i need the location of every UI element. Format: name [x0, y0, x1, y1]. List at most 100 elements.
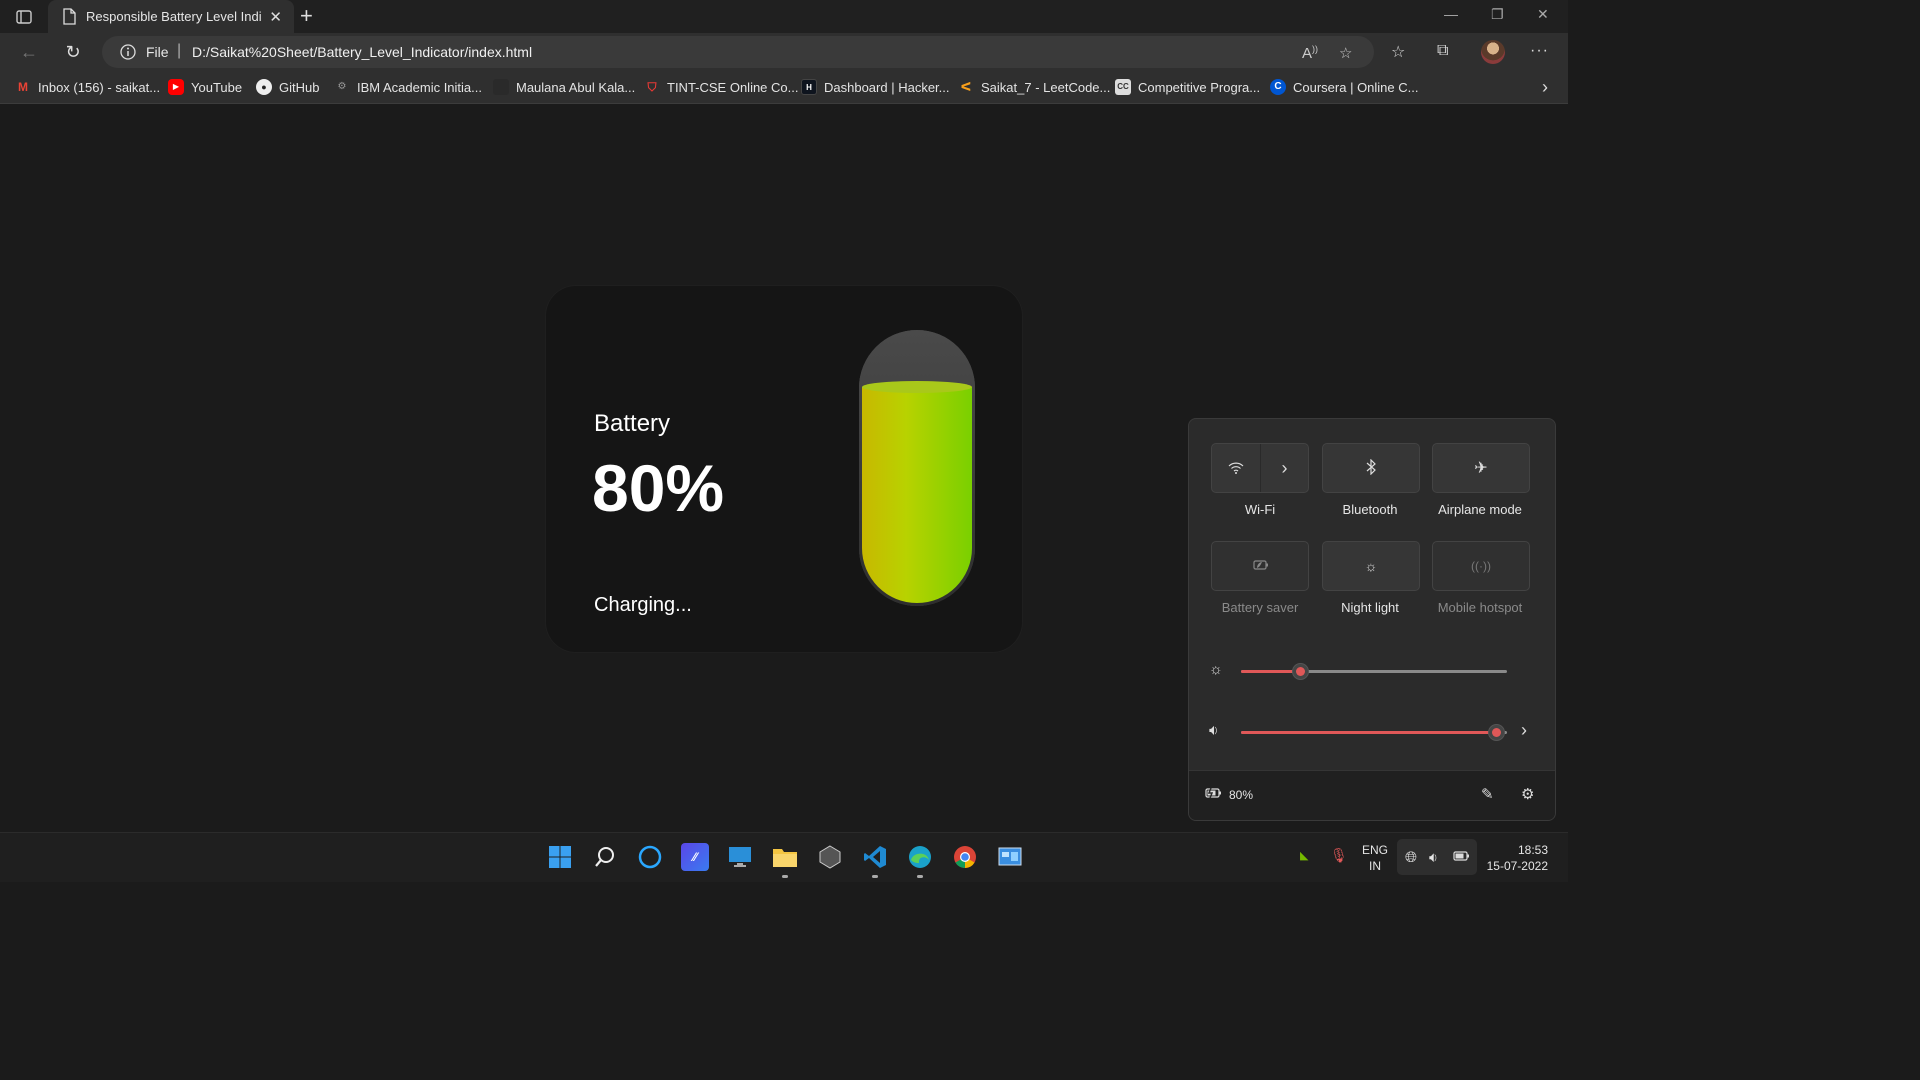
- bookmark-item[interactable]: C Coursera | Online C...: [1270, 79, 1418, 95]
- navigation-bar: ← ↻ File | D:/Saikat%20Sheet/Battery_Lev…: [0, 33, 1568, 71]
- brightness-icon: ☼: [1209, 661, 1223, 678]
- battery-status[interactable]: 80%: [1205, 787, 1253, 802]
- running-indicator: [872, 875, 878, 878]
- browser-tab-strip: Responsible Battery Level Indicat ✕ + — …: [0, 0, 1568, 33]
- airplane-mode-tile[interactable]: ✈: [1432, 443, 1530, 493]
- hotspot-icon: ((·)): [1471, 559, 1491, 573]
- refresh-button[interactable]: ↻: [62, 41, 84, 63]
- desktop-icon[interactable]: [726, 843, 754, 871]
- charging-status: Charging...: [594, 594, 692, 616]
- collections-icon[interactable]: ⧉: [1437, 42, 1448, 60]
- search-icon[interactable]: [591, 843, 619, 871]
- volume-slider-row: 🔉︎ ›: [1209, 720, 1539, 742]
- tab-title: Responsible Battery Level Indicat: [86, 9, 262, 24]
- favorites-icon[interactable]: ☆: [1391, 42, 1405, 62]
- clock[interactable]: 18:53 15-07-2022: [1484, 842, 1548, 874]
- hackerrank-icon: H: [801, 79, 817, 95]
- site-info-icon[interactable]: [120, 44, 136, 65]
- wifi-tile[interactable]: ›: [1211, 443, 1309, 493]
- more-options-icon[interactable]: ···: [1530, 42, 1549, 60]
- wifi-expand-chevron-icon[interactable]: ›: [1260, 444, 1308, 492]
- read-aloud-icon[interactable]: A)): [1302, 44, 1318, 62]
- bookmark-item[interactable]: ᐸ Saikat_7 - LeetCode...: [958, 79, 1111, 95]
- bookmark-label: TINT-CSE Online Co...: [667, 79, 799, 95]
- bookmark-item[interactable]: H Dashboard | Hacker...: [801, 79, 950, 95]
- volume-slider[interactable]: [1241, 724, 1507, 741]
- bookmark-item[interactable]: ⛉ TINT-CSE Online Co...: [644, 79, 798, 95]
- battery-saver-tile[interactable]: [1211, 541, 1309, 591]
- bookmark-item[interactable]: M Inbox (156) - saikat...: [15, 79, 160, 95]
- volume-slider-fill: [1241, 731, 1497, 734]
- wifi-icon[interactable]: [1212, 444, 1260, 492]
- minimize-button[interactable]: —: [1444, 6, 1458, 22]
- quick-settings-footer: 80% ✎ ⚙: [1189, 770, 1555, 820]
- nvidia-icon[interactable]: ◣: [1300, 849, 1308, 862]
- wifi-label: Wi-Fi: [1244, 502, 1276, 517]
- volume-slider-thumb[interactable]: [1488, 724, 1506, 741]
- stylus-app-icon[interactable]: ⁄⁄: [681, 843, 709, 871]
- coursera-icon: C: [1270, 79, 1286, 95]
- restore-button[interactable]: ❐: [1491, 6, 1504, 23]
- gmail-icon: M: [18, 80, 28, 94]
- night-light-tile[interactable]: ☼: [1322, 541, 1420, 591]
- bookmark-label: Inbox (156) - saikat...: [38, 79, 161, 95]
- new-tab-button[interactable]: +: [300, 3, 313, 29]
- tab-close-icon[interactable]: ✕: [269, 8, 282, 26]
- document-icon: [62, 8, 76, 30]
- bookmark-label: GitHub: [279, 79, 320, 95]
- airplane-icon: ✈: [1474, 460, 1488, 477]
- battery-percent-text: 80%: [1229, 787, 1254, 802]
- running-indicator: [782, 875, 788, 878]
- bookmark-item[interactable]: Maulana Abul Kala...: [493, 79, 635, 95]
- clock-time: 18:53: [1517, 843, 1548, 857]
- battery-card: Battery 80% Charging...: [546, 286, 1022, 652]
- unity-hub-icon[interactable]: [816, 843, 844, 871]
- bookmark-item[interactable]: CC Competitive Progra...: [1115, 79, 1260, 95]
- shield-icon: ⛉: [647, 80, 657, 94]
- profile-avatar[interactable]: [1481, 40, 1505, 64]
- window-close-button[interactable]: ✕: [1537, 6, 1549, 23]
- add-favorite-icon[interactable]: ☆: [1339, 44, 1352, 62]
- bookmark-label: Competitive Progra...: [1138, 79, 1261, 95]
- mobile-hotspot-tile[interactable]: ((·)): [1432, 541, 1530, 591]
- brightness-slider[interactable]: [1241, 663, 1507, 680]
- battery-saver-label: Battery saver: [1221, 600, 1299, 615]
- edit-quick-settings-icon[interactable]: ✎: [1481, 785, 1494, 803]
- quick-settings-tray-button[interactable]: 🌐︎ 🔉︎: [1397, 839, 1477, 875]
- file-explorer-icon[interactable]: [771, 843, 799, 871]
- codechef-icon: CC: [1115, 79, 1131, 95]
- settings-gear-icon[interactable]: ⚙: [1521, 785, 1534, 803]
- address-scheme: File: [146, 44, 169, 60]
- mobile-hotspot-label: Mobile hotspot: [1437, 600, 1523, 615]
- audio-output-chevron-icon[interactable]: ›: [1521, 720, 1527, 741]
- chrome-icon[interactable]: [951, 843, 979, 871]
- bluetooth-icon: [1366, 458, 1376, 478]
- running-indicator: [917, 875, 923, 878]
- tab-actions-icon[interactable]: [14, 7, 34, 27]
- back-button[interactable]: ←: [18, 41, 40, 63]
- ibm-icon: ⚙: [337, 81, 347, 92]
- brightness-slider-thumb[interactable]: [1291, 663, 1309, 680]
- leetcode-icon: ᐸ: [960, 80, 972, 94]
- bluetooth-label: Bluetooth: [1342, 502, 1398, 517]
- brightness-slider-row: ☼: [1209, 661, 1539, 681]
- cortana-icon[interactable]: [636, 843, 664, 871]
- battery-gauge: [859, 330, 975, 606]
- control-panel-icon[interactable]: [996, 843, 1024, 871]
- windows-start-icon[interactable]: [546, 843, 574, 871]
- language-indicator[interactable]: ENG IN: [1361, 842, 1389, 874]
- bookmark-item[interactable]: ● GitHub: [256, 79, 319, 95]
- bookmark-item[interactable]: ⚙ IBM Academic Initia...: [334, 79, 482, 95]
- night-light-icon: ☼: [1364, 558, 1378, 574]
- bookmark-item[interactable]: ▶ YouTube: [168, 79, 242, 95]
- edge-icon[interactable]: [906, 843, 934, 871]
- bookmarks-overflow-icon[interactable]: ›: [1542, 77, 1548, 98]
- vscode-icon[interactable]: [861, 843, 889, 871]
- speaker-icon[interactable]: 🔉︎: [1209, 722, 1218, 739]
- address-bar[interactable]: File | D:/Saikat%20Sheet/Battery_Level_I…: [102, 36, 1374, 68]
- bluetooth-tile[interactable]: [1322, 443, 1420, 493]
- battery-icon: [1453, 850, 1471, 865]
- microphone-icon[interactable]: 🎙︎: [1330, 847, 1348, 864]
- address-url[interactable]: D:/Saikat%20Sheet/Battery_Level_Indicato…: [192, 44, 532, 60]
- active-tab[interactable]: Responsible Battery Level Indicat ✕: [48, 0, 294, 33]
